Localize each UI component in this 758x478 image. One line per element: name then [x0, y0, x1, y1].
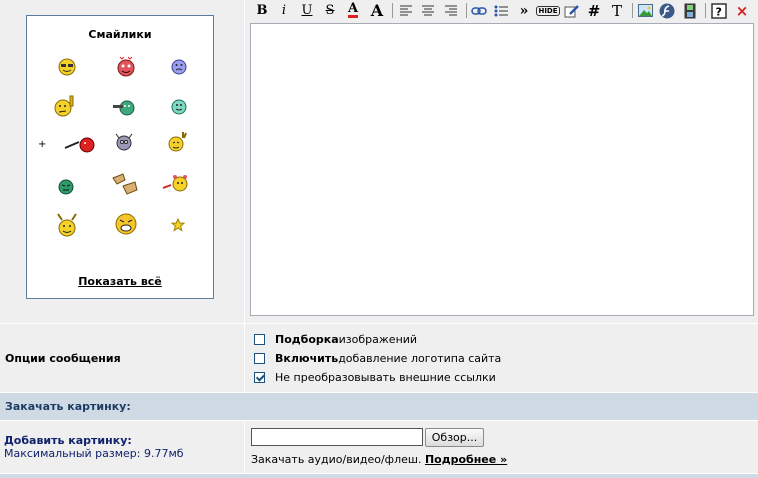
message-options-label: Опции сообщения	[5, 352, 121, 365]
edit-button[interactable]	[562, 1, 582, 20]
strikethrough-button[interactable]: S	[320, 1, 340, 20]
quote-icon: »	[519, 2, 529, 19]
no-link-convert-checkbox[interactable]	[254, 371, 265, 383]
insert-flash-button[interactable]	[657, 1, 677, 20]
media-upload-text: Закачать аудио/видео/флеш.	[251, 453, 425, 466]
option-no-link-convert[interactable]: Не преобразовывать внешние ссылки	[254, 369, 496, 385]
text-button[interactable]: T	[607, 1, 627, 20]
toolbar-separator	[705, 3, 706, 18]
hash-button[interactable]: #	[584, 1, 604, 20]
more-details-link[interactable]: Подробнее »	[425, 453, 507, 466]
flash-icon	[659, 3, 675, 18]
insert-link-button[interactable]	[469, 1, 489, 20]
bold-icon: B	[256, 3, 268, 18]
add-image-title: Добавить картинку:	[4, 434, 132, 447]
option-bold-text: Подборка	[275, 332, 339, 346]
max-size-text: Максимальный размер: 9.77мб	[4, 447, 184, 460]
film-icon	[684, 3, 696, 18]
insert-image-button[interactable]	[635, 1, 655, 20]
strikethrough-icon: S	[325, 3, 335, 18]
bottom-strip	[0, 474, 758, 478]
help-button[interactable]: ?	[709, 1, 729, 20]
font-color-icon: A	[347, 1, 359, 18]
option-text: изображений	[338, 332, 418, 346]
underline-icon: U	[301, 3, 313, 18]
smilies-cell: Смайлики + Показать всё	[0, 0, 244, 323]
sad-smiley-icon[interactable]	[167, 54, 191, 78]
cool-smiley-icon[interactable]	[55, 54, 79, 78]
laughing-smiley-icon[interactable]	[113, 210, 139, 238]
thinking-smiley-icon[interactable]	[53, 94, 77, 118]
bold-button[interactable]: B	[252, 1, 272, 20]
font-size-icon: A	[370, 1, 384, 20]
clapping-hands-icon[interactable]	[109, 170, 141, 198]
site-logo-checkbox[interactable]	[254, 352, 265, 364]
underline-button[interactable]: U	[297, 1, 317, 20]
edit-pencil-icon	[564, 4, 579, 17]
show-all-smilies-link[interactable]: Показать всё	[27, 275, 213, 288]
align-right-icon	[445, 5, 457, 16]
hide-icon: HIDE	[536, 5, 560, 16]
font-size-button[interactable]: A	[367, 1, 387, 20]
align-center-button[interactable]	[418, 1, 438, 20]
media-upload-line: Закачать аудио/видео/флеш. Подробнее »	[251, 453, 507, 466]
upload-image-heading: Закачать картинку:	[5, 400, 131, 413]
hide-button[interactable]: HIDE	[536, 1, 560, 20]
option-bold-text: Включить	[275, 351, 339, 365]
file-path-input[interactable]	[251, 428, 423, 446]
close-button[interactable]: ×	[732, 1, 752, 20]
shooting-smiley-icon[interactable]	[63, 132, 95, 156]
column-divider	[244, 324, 245, 392]
rock-smiley-icon[interactable]	[165, 130, 189, 154]
help-icon: ?	[711, 2, 727, 19]
option-site-logo[interactable]: Включить добавление логотипа сайта	[254, 350, 501, 366]
link-icon	[471, 6, 487, 15]
browse-button[interactable]: Обзор...	[425, 428, 484, 447]
smilies-panel: Смайлики + Показать всё	[26, 15, 214, 299]
bullet-list-icon	[494, 5, 508, 16]
love-smiley-icon[interactable]	[114, 54, 138, 78]
toolbar-separator	[632, 3, 633, 18]
toolbar-separator	[392, 3, 393, 18]
flowers-smiley-icon[interactable]	[161, 172, 191, 196]
smilies-title: Смайлики	[88, 28, 152, 41]
align-left-button[interactable]	[396, 1, 416, 20]
italic-icon: i	[281, 3, 287, 18]
option-image-gallery[interactable]: Подборка изображений	[254, 331, 417, 347]
gun-smiley-icon[interactable]	[112, 94, 136, 118]
insert-video-button[interactable]	[680, 1, 700, 20]
message-textarea[interactable]	[250, 23, 754, 316]
editor-toolbar: B i U S A A » HIDE # T ? ×	[250, 0, 758, 22]
option-text: добавление логотипа сайта	[338, 351, 502, 365]
close-icon: ×	[735, 1, 749, 20]
toolbar-separator	[466, 3, 467, 18]
cheering-smiley-icon[interactable]	[54, 212, 80, 240]
quote-button[interactable]: »	[514, 1, 534, 20]
image-icon	[637, 4, 653, 17]
svg-text:?: ?	[716, 5, 722, 18]
devil-smiley-icon[interactable]	[112, 130, 136, 154]
column-divider	[244, 421, 245, 473]
green-smiley-icon[interactable]	[54, 174, 78, 198]
italic-button[interactable]: i	[274, 1, 294, 20]
star-icon[interactable]	[171, 218, 185, 232]
align-left-icon	[400, 5, 412, 16]
image-gallery-checkbox[interactable]	[254, 333, 265, 345]
font-color-button[interactable]: A	[343, 1, 363, 20]
plus-sign: +	[38, 139, 47, 150]
align-right-button[interactable]	[441, 1, 461, 20]
teal-smiley-icon[interactable]	[167, 94, 191, 118]
text-tag-icon: T	[611, 1, 622, 20]
align-center-icon	[422, 5, 434, 16]
hash-icon: #	[587, 1, 601, 20]
bullet-list-button[interactable]	[491, 1, 511, 20]
option-text: Не преобразовывать внешние ссылки	[275, 370, 496, 384]
